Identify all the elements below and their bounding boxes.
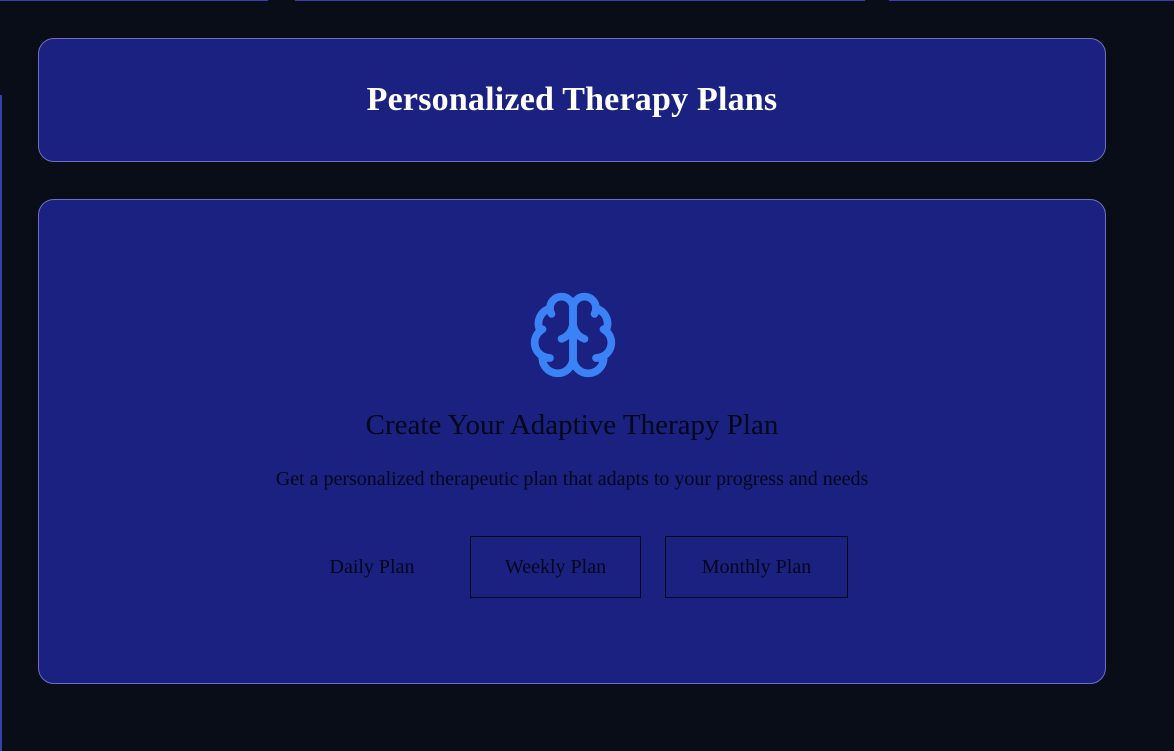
monthly-plan-button[interactable]: Monthly Plan [665,536,848,598]
brain-icon [530,292,616,378]
page-header: Personalized Therapy Plans [38,38,1106,162]
section-heading: Create Your Adaptive Therapy Plan [365,409,779,441]
weekly-plan-button[interactable]: Weekly Plan [470,536,641,598]
therapy-plan-card: Create Your Adaptive Therapy Plan Get a … [38,199,1106,684]
section-subtitle: Get a personalized therapeutic plan that… [275,468,869,490]
daily-plan-button[interactable]: Daily Plan [298,536,446,598]
page-title: Personalized Therapy Plans [366,81,778,118]
top-edge-line [295,0,865,1]
top-edge-line [0,0,268,1]
top-edge-line [889,0,1174,1]
left-edge-line [0,95,2,751]
